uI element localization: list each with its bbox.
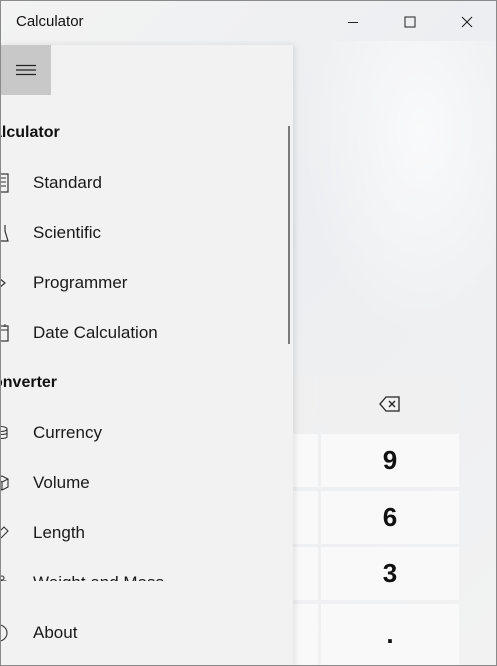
key-9[interactable]: 9 xyxy=(321,434,459,487)
navigation-pane: alculator Standard Scientific xyxy=(1,45,293,665)
keypad-key-left[interactable] xyxy=(293,604,318,665)
nav-item-about[interactable]: About xyxy=(1,609,289,657)
weight-icon xyxy=(1,575,7,581)
nav-item-length[interactable]: Length xyxy=(1,509,289,557)
backspace-icon xyxy=(379,395,400,412)
nav-item-label: Length xyxy=(33,523,85,542)
app-title: Calculator xyxy=(16,13,84,30)
title-bar: Calculator xyxy=(1,1,496,43)
nav-item-label: Programmer xyxy=(33,273,128,292)
calculator-window: Calculator 9 6 3 . lculator Standard Sci… xyxy=(0,0,497,666)
nav-item-label: Weight and Mass xyxy=(33,573,164,581)
minimize-icon xyxy=(348,22,358,23)
decimal-key[interactable]: . xyxy=(321,604,459,665)
nav-list: alculator Standard Scientific xyxy=(1,45,293,581)
info-icon xyxy=(1,624,8,642)
currency-icon xyxy=(1,425,8,440)
keypad-key-left[interactable] xyxy=(293,434,318,487)
nav-item-label: Currency xyxy=(33,423,102,442)
maximize-icon xyxy=(404,16,416,28)
nav-item-label: Scientific xyxy=(33,223,102,242)
nav-item-weight-and-mass[interactable]: Weight and Mass xyxy=(1,559,289,581)
key-6[interactable]: 6 xyxy=(321,491,459,544)
code-icon xyxy=(1,278,6,288)
calendar-icon xyxy=(1,324,9,342)
maximize-button[interactable] xyxy=(387,1,433,43)
minimize-button[interactable] xyxy=(330,1,376,43)
keypad-key-left[interactable] xyxy=(293,377,318,430)
section-header-converter: onverter xyxy=(1,374,58,391)
nav-item-scientific[interactable]: Scientific xyxy=(1,209,289,257)
key-3[interactable]: 3 xyxy=(321,547,459,600)
backspace-button[interactable] xyxy=(321,377,459,430)
flask-icon xyxy=(1,225,9,242)
nav-item-date-calculation[interactable]: Date Calculation xyxy=(1,309,289,357)
cube-icon xyxy=(1,475,9,491)
nav-item-volume[interactable]: Volume xyxy=(1,459,289,507)
close-icon xyxy=(461,16,473,28)
section-header-calculator: alculator xyxy=(1,124,60,141)
nav-item-standard[interactable]: Standard xyxy=(1,159,289,207)
calculator-icon xyxy=(1,173,9,193)
nav-item-currency[interactable]: Currency xyxy=(1,409,289,457)
ruler-icon xyxy=(1,526,9,539)
nav-item-label: About xyxy=(33,623,78,642)
nav-item-programmer[interactable]: Programmer xyxy=(1,259,289,307)
keypad-key-left[interactable] xyxy=(293,491,318,544)
nav-item-label: Standard xyxy=(33,173,102,192)
keypad-key-left[interactable] xyxy=(293,547,318,600)
nav-item-label: Date Calculation xyxy=(33,323,158,342)
nav-item-label: Volume xyxy=(33,473,90,492)
close-button[interactable] xyxy=(444,1,490,43)
